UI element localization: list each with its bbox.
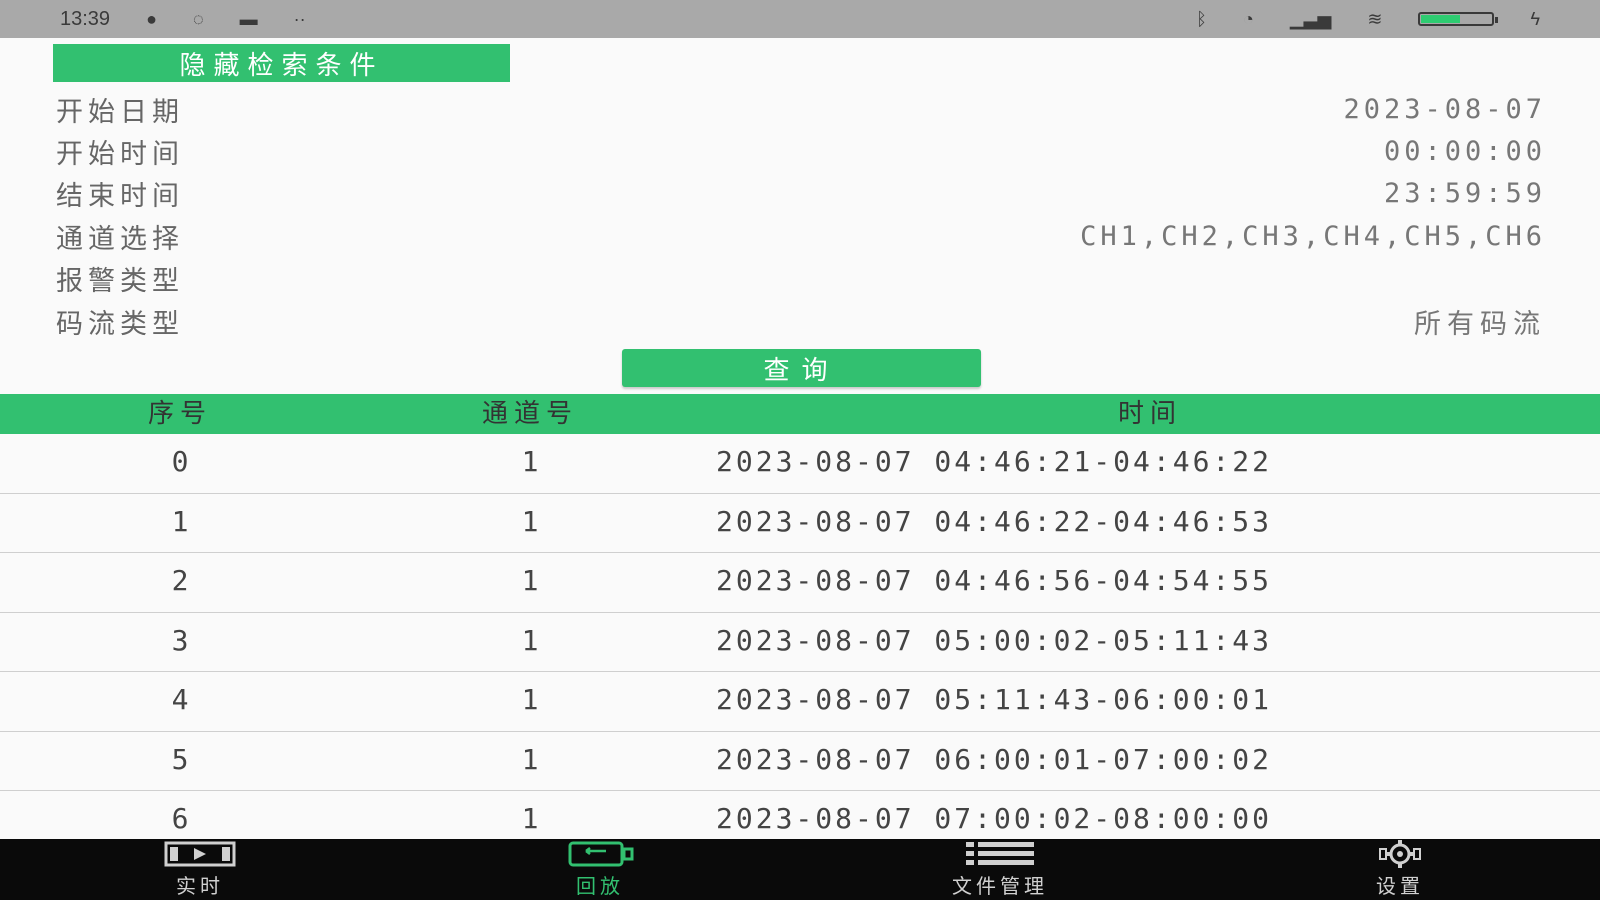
row-index: 6 (171, 802, 189, 835)
table-row[interactable]: 1 1 2023-08-07 04:46:22-04:46:53 (0, 493, 1600, 553)
signal-icon: ▁▃▅ (1289, 8, 1332, 29)
status-right: ᛒ ◔ ▁▃▅ ≋ ϟ (1196, 9, 1540, 30)
row-time: 2023-08-07 04:46:21-04:46:22 (716, 445, 1273, 478)
start-date-label: 开始日期 (56, 96, 184, 128)
p-icon: ● (146, 8, 157, 29)
list-icon (966, 842, 1034, 865)
stream-type-row[interactable]: 码流类型 所有码流 (56, 301, 1546, 341)
nav-label-playback: 回放 (576, 874, 624, 898)
row-time: 2023-08-07 04:46:22-04:46:53 (716, 504, 1273, 538)
status-bar: 13:39 ● ◌ ▬ ·· ᛒ ◔ ▁▃▅ ≋ ϟ (0, 0, 1600, 38)
dots-icon: ·· (293, 8, 306, 29)
hd-icon: ◌ (192, 8, 204, 29)
charging-icon: ϟ (1530, 8, 1540, 29)
header-index: 序号 (147, 399, 212, 429)
header-channel: 通道号 (481, 399, 578, 429)
nav-item-file-manager[interactable]: 文件管理 (800, 839, 1200, 900)
table-header: 序号 通道号 时间 (0, 394, 1600, 434)
alarm-icon: ◔ (1242, 8, 1254, 29)
query-button[interactable]: 查询 (622, 349, 981, 387)
nav-label-file-manager: 文件管理 (952, 874, 1048, 898)
bluetooth-icon: ᛒ (1196, 8, 1207, 29)
alarm-type-row[interactable]: 报警类型 (56, 258, 1546, 298)
end-time-label: 结束时间 (56, 180, 184, 212)
battery-icon (1418, 12, 1499, 26)
row-index: 0 (171, 445, 189, 478)
row-channel: 1 (521, 504, 539, 538)
status-left: 13:39 ● ◌ ▬ ·· (60, 8, 306, 31)
status-time: 13:39 (60, 7, 111, 30)
stream-type-label: 码流类型 (56, 308, 184, 340)
end-time-value[interactable]: 23:59:59 (1384, 178, 1546, 209)
row-time: 2023-08-07 07:00:02-08:00:00 (716, 802, 1273, 835)
row-index: 3 (171, 623, 189, 657)
hide-search-conditions-button[interactable]: 隐藏检索条件 (53, 44, 510, 82)
row-index: 5 (171, 742, 189, 776)
nav-label-realtime: 实时 (176, 874, 224, 898)
channel-select-label: 通道选择 (56, 223, 184, 255)
table-row[interactable]: 4 1 2023-08-07 05:11:43-06:00:01 (0, 672, 1600, 732)
row-time: 2023-08-07 06:00:01-07:00:02 (716, 742, 1273, 776)
table-row[interactable]: 0 1 2023-08-07 04:46:21-04:46:22 (0, 434, 1600, 494)
nav-item-playback[interactable]: 回放 (400, 839, 800, 900)
wifi-icon: ≋ (1367, 8, 1383, 29)
row-time: 2023-08-07 05:11:43-06:00:01 (716, 683, 1273, 716)
row-channel: 1 (521, 742, 539, 776)
row-index: 1 (171, 504, 189, 538)
table-row[interactable]: 6 1 2023-08-07 07:00:02-08:00:00 (0, 791, 1600, 839)
start-time-label: 开始时间 (56, 138, 184, 170)
start-date-row[interactable]: 开始日期 2023-08-07 (56, 89, 1546, 129)
start-time-row[interactable]: 开始时间 00:00:00 (56, 131, 1546, 171)
table-row[interactable]: 5 1 2023-08-07 06:00:01-07:00:02 (0, 731, 1600, 791)
channel-select-row[interactable]: 通道选择 CH1,CH2,CH3,CH4,CH5,CH6 (56, 216, 1546, 256)
row-index: 4 (171, 683, 189, 716)
end-time-row[interactable]: 结束时间 23:59:59 (56, 173, 1546, 213)
stream-type-value[interactable]: 所有码流 (1414, 302, 1546, 341)
row-channel: 1 (521, 683, 539, 716)
film-icon (164, 841, 236, 867)
header-time: 时间 (1117, 399, 1182, 429)
start-date-value[interactable]: 2023-08-07 (1343, 94, 1546, 125)
row-channel: 1 (521, 445, 539, 478)
table-row[interactable]: 2 1 2023-08-07 04:46:56-04:54:55 (0, 553, 1600, 613)
channel-select-value[interactable]: CH1,CH2,CH3,CH4,CH5,CH6 (1080, 221, 1546, 252)
start-time-value[interactable]: 00:00:00 (1384, 136, 1546, 167)
battery-fill (1421, 15, 1460, 23)
message-icon: ▬ (239, 8, 258, 29)
recording-list[interactable]: 0 1 2023-08-07 04:46:21-04:46:22 1 1 202… (0, 434, 1600, 839)
row-time: 2023-08-07 05:00:02-05:11:43 (716, 623, 1273, 657)
row-channel: 1 (521, 564, 539, 597)
gear-icon (1379, 840, 1421, 868)
nav-label-settings: 设置 (1376, 874, 1424, 898)
row-index: 2 (171, 564, 189, 597)
alarm-type-label: 报警类型 (56, 265, 184, 297)
row-channel: 1 (521, 802, 539, 835)
row-channel: 1 (521, 623, 539, 657)
nav-item-settings[interactable]: 设置 (1200, 839, 1600, 900)
table-row[interactable]: 3 1 2023-08-07 05:00:02-05:11:43 (0, 612, 1600, 672)
row-time: 2023-08-07 04:46:56-04:54:55 (716, 564, 1273, 597)
nav-item-realtime[interactable]: 实时 (0, 839, 400, 900)
playback-icon (568, 841, 634, 867)
bottom-nav: 实时 回放 文件管理 设置 (0, 839, 1600, 900)
